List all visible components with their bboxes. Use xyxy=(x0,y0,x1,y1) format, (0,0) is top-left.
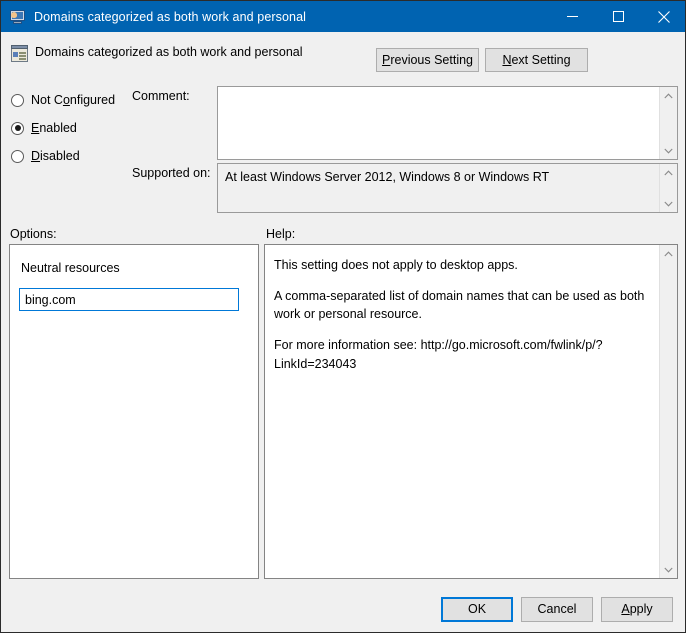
help-paragraph: A comma-separated list of domain names t… xyxy=(274,287,647,323)
help-text: This setting does not apply to desktop a… xyxy=(265,245,659,578)
minimize-icon[interactable] xyxy=(549,1,595,32)
help-label: Help: xyxy=(266,227,295,241)
scroll-up-icon[interactable] xyxy=(660,87,677,104)
radio-not-configured-label: Not Configured xyxy=(31,93,115,107)
apply-button-accel: A xyxy=(621,602,629,616)
scroll-down-icon[interactable] xyxy=(660,142,677,159)
close-icon[interactable] xyxy=(641,1,686,32)
policy-setting-icon xyxy=(11,45,28,62)
help-panel: This setting does not apply to desktop a… xyxy=(264,244,678,579)
next-setting-label: ext Setting xyxy=(511,53,570,67)
apply-button-label: pply xyxy=(630,602,653,616)
group-policy-setting-dialog: Domains categorized as both work and per… xyxy=(0,0,686,633)
scroll-down-icon[interactable] xyxy=(660,561,677,578)
previous-setting-button[interactable]: Previous Setting xyxy=(376,48,479,72)
scroll-up-icon[interactable] xyxy=(660,164,677,181)
ok-button[interactable]: OK xyxy=(441,597,513,622)
setting-title: Domains categorized as both work and per… xyxy=(35,45,303,59)
comment-value xyxy=(218,87,677,97)
radio-disabled-mark[interactable] xyxy=(11,150,24,163)
help-paragraph: This setting does not apply to desktop a… xyxy=(274,256,647,274)
supported-on-textbox: At least Windows Server 2012, Windows 8 … xyxy=(217,163,678,213)
radio-disabled-label: Disabled xyxy=(31,149,80,163)
cancel-button[interactable]: Cancel xyxy=(521,597,593,622)
ok-button-label: OK xyxy=(468,603,486,616)
comment-textbox[interactable] xyxy=(217,86,678,160)
scroll-down-icon[interactable] xyxy=(660,195,677,212)
policy-computer-icon xyxy=(10,9,26,25)
previous-setting-label: revious Setting xyxy=(390,53,473,67)
scroll-up-icon[interactable] xyxy=(660,245,677,262)
cancel-button-label: Cancel xyxy=(538,603,577,616)
radio-disabled[interactable]: Disabled xyxy=(11,147,80,165)
neutral-resources-label: Neutral resources xyxy=(21,261,120,275)
options-panel: Neutral resources xyxy=(9,244,259,579)
neutral-resources-input[interactable] xyxy=(19,288,239,311)
options-label: Options: xyxy=(10,227,57,241)
help-scrollbar[interactable] xyxy=(659,245,677,578)
supported-on-label: Supported on: xyxy=(132,166,211,180)
window-title: Domains categorized as both work and per… xyxy=(34,10,306,24)
radio-enabled[interactable]: Enabled xyxy=(11,119,77,137)
next-setting-button[interactable]: Next Setting xyxy=(485,48,588,72)
supported-on-value: At least Windows Server 2012, Windows 8 … xyxy=(218,164,677,191)
radio-enabled-mark[interactable] xyxy=(11,122,24,135)
supported-on-scrollbar[interactable] xyxy=(659,164,677,212)
help-paragraph: For more information see: http://go.micr… xyxy=(274,336,647,372)
comment-label: Comment: xyxy=(132,89,190,103)
maximize-icon[interactable] xyxy=(595,1,641,32)
radio-not-configured[interactable]: Not Configured xyxy=(11,91,115,109)
apply-button[interactable]: Apply xyxy=(601,597,673,622)
radio-not-configured-mark[interactable] xyxy=(11,94,24,107)
comment-scrollbar[interactable] xyxy=(659,87,677,159)
radio-enabled-label: Enabled xyxy=(31,121,77,135)
title-bar[interactable]: Domains categorized as both work and per… xyxy=(1,1,686,32)
